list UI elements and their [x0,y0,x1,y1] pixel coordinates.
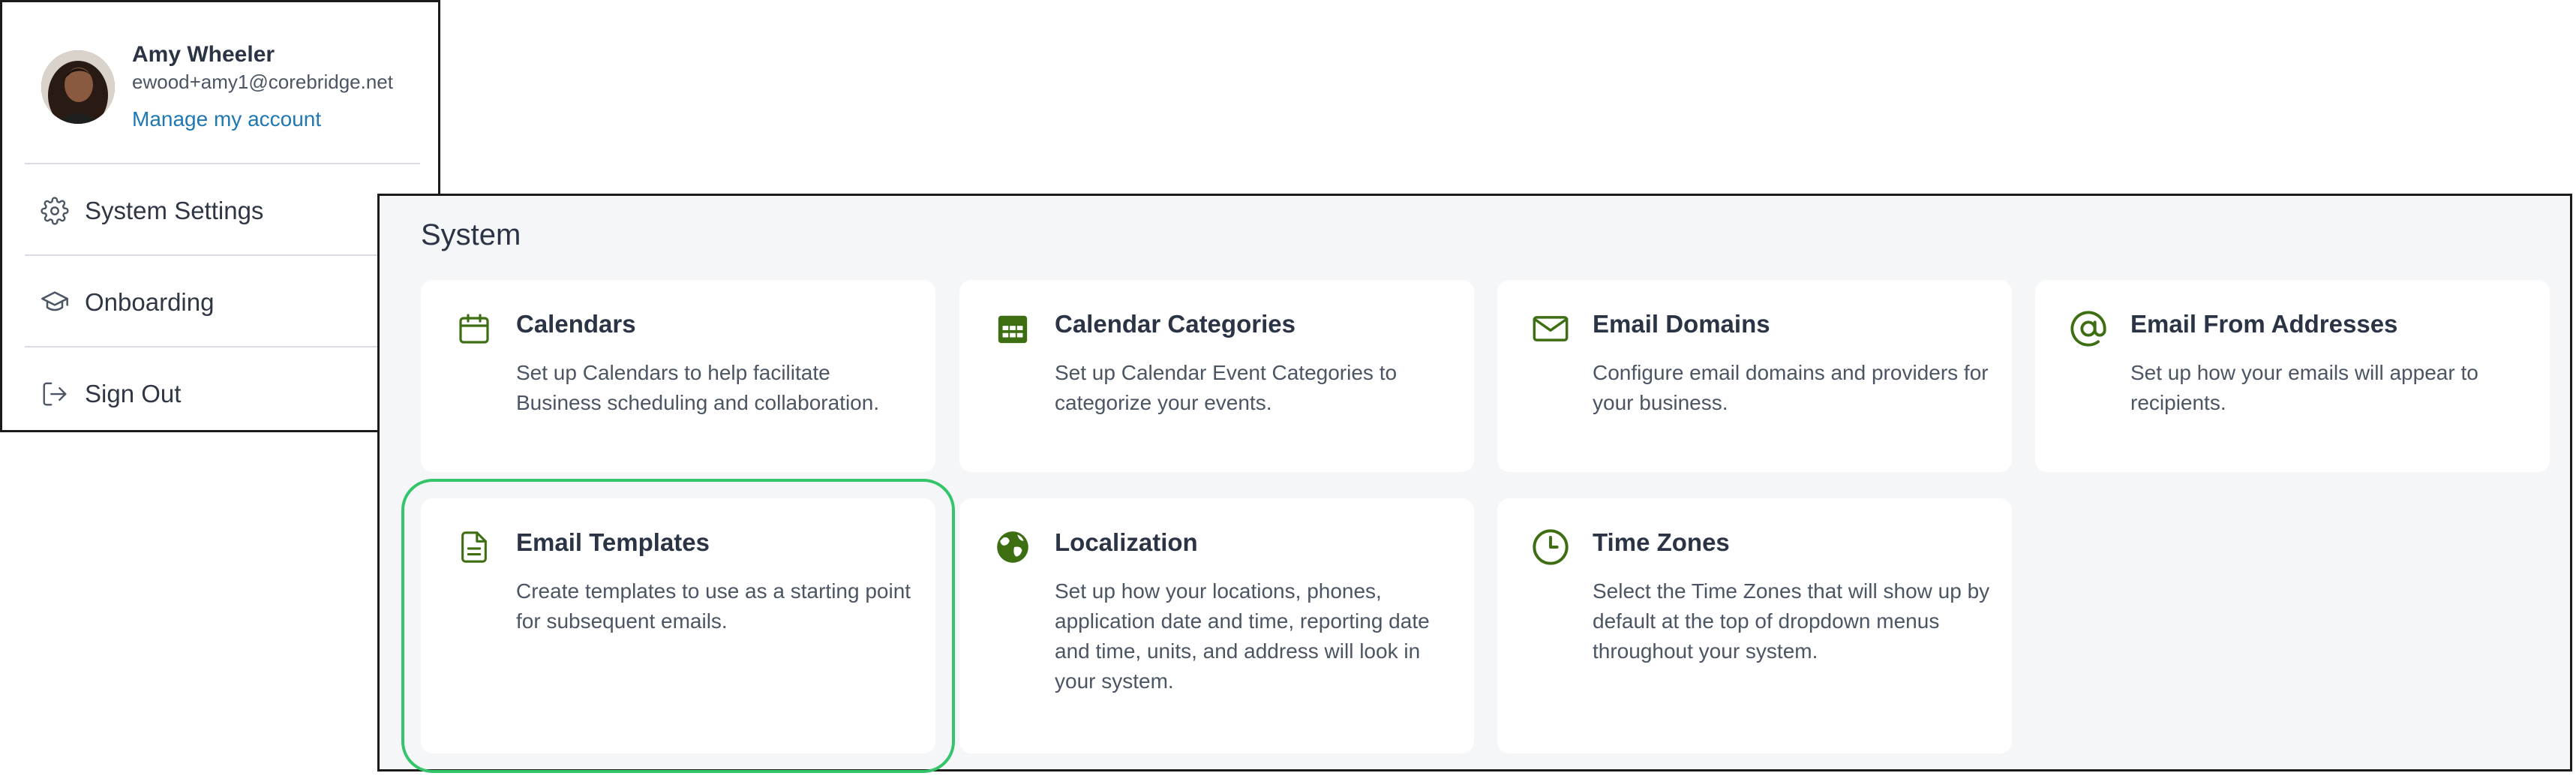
sign-out-icon [40,379,70,409]
calendar-icon [454,308,494,349]
card-time-zones[interactable]: Time Zones Select the Time Zones that wi… [1497,498,2012,753]
envelope-icon [1530,308,1571,349]
panel-title: System [421,218,521,251]
user-email: ewood+amy1@corebridge.net [132,71,393,93]
card-description: Create templates to use as a starting po… [516,579,911,633]
menu-divider [25,254,420,256]
card-title: Email Domains [1593,310,1770,338]
menu-item-label: System Settings [85,197,264,224]
menu-divider [25,163,420,164]
graduation-cap-icon [40,287,70,317]
account-menu: Amy Wheeler ewood+amy1@corebridge.net Ma… [0,0,440,432]
card-title: Email From Addresses [2130,310,2398,338]
card-description: Configure email domains and providers fo… [1593,361,1989,414]
menu-item-label: Onboarding [85,288,215,316]
avatar-image [41,50,115,124]
system-panel: System Calendars Set up Calendars to hel… [377,194,2572,773]
manage-account-link[interactable]: Manage my account [132,107,321,131]
document-icon [454,527,494,567]
avatar[interactable] [41,50,115,124]
card-localization[interactable]: Localization Set up how your locations, … [959,498,1474,753]
menu-divider [25,346,420,347]
menu-item-system-settings[interactable]: System Settings [25,185,415,237]
menu-item-onboarding[interactable]: Onboarding [25,276,415,329]
card-title: Localization [1055,528,1198,556]
card-email-domains[interactable]: Email Domains Configure email domains an… [1497,280,2012,472]
globe-icon [992,527,1033,567]
card-title: Calendars [516,310,636,338]
card-title: Email Templates [516,528,710,556]
card-email-from-addresses[interactable]: Email From Addresses Set up how your ema… [2035,280,2550,472]
card-title: Time Zones [1593,528,1730,556]
user-name: Amy Wheeler [132,42,275,67]
card-calendars[interactable]: Calendars Set up Calendars to help facil… [421,280,935,472]
calendar-grid-icon [992,308,1033,349]
card-title: Calendar Categories [1055,310,1296,338]
menu-item-sign-out[interactable]: Sign Out [25,368,415,420]
card-calendar-categories[interactable]: Calendar Categories Set up Calendar Even… [959,280,1474,472]
menu-item-label: Sign Out [85,380,182,408]
at-sign-icon [2068,308,2109,349]
card-description: Set up how your emails will appear to re… [2130,361,2478,414]
gear-icon [40,196,70,226]
clock-icon [1530,527,1571,567]
card-email-templates[interactable]: Email Templates Create templates to use … [401,479,955,773]
card-description: Set up how your locations, phones, appli… [1055,579,1430,693]
card-description: Set up Calendar Event Categories to cate… [1055,361,1398,414]
card-description: Select the Time Zones that will show up … [1593,579,1990,663]
card-description: Set up Calendars to help facilitate Busi… [516,361,880,414]
